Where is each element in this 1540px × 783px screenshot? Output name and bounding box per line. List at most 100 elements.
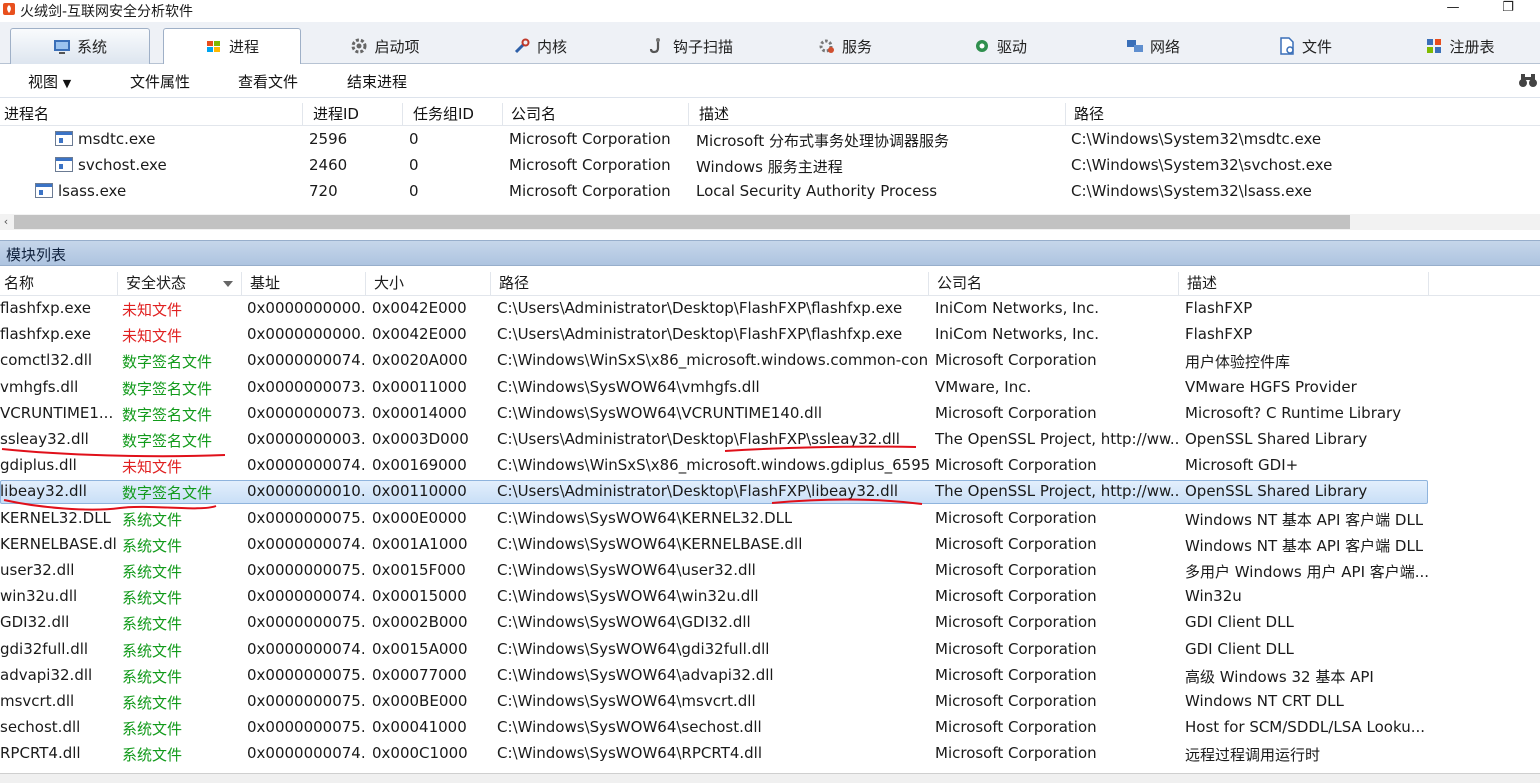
col-pid[interactable]: 进程ID — [302, 103, 402, 125]
tab-hook-scan[interactable]: 钩子扫描 — [636, 28, 746, 64]
module-path: C:\Windows\SysWOW64\advapi32.dll — [497, 665, 774, 684]
scroll-left-icon[interactable]: ‹ — [0, 214, 12, 230]
table-row[interactable]: vmhgfs.dll 数字签名文件 0x0000000073... 0x0001100… — [0, 375, 1540, 401]
module-size: 0x00015000 — [372, 587, 467, 606]
tab-system[interactable]: 系统 — [10, 28, 150, 64]
tab-startup[interactable]: 启动项 — [330, 28, 440, 64]
col-group-id[interactable]: 任务组ID — [402, 103, 502, 125]
process-name: svchost.exe — [78, 156, 167, 174]
col-description[interactable]: 描述 — [1179, 272, 1429, 296]
col-path[interactable]: 路径 — [491, 272, 929, 296]
security-status: 未知文件 — [122, 301, 183, 319]
table-row[interactable]: GDI32.dll 系统文件 0x0000000075... 0x0002B000 C:… — [0, 610, 1540, 636]
module-size: 0x0015F000 — [372, 561, 466, 579]
company: Microsoft Corporation — [935, 665, 1097, 684]
group-id: 0 — [409, 182, 419, 200]
binoculars-search-icon[interactable] — [1518, 71, 1538, 89]
main-tab-strip: 系统 进程 启动项 内核 钩子扫描 服务 驱动 网络 文件 注册表 — [0, 22, 1540, 65]
company: Microsoft Corporation — [509, 156, 671, 174]
table-row[interactable]: comctl32.dll 数字签名文件 0x0000000074... 0x0020A… — [0, 348, 1540, 374]
tab-label: 服务 — [841, 37, 872, 56]
security-status: 数字签名文件 — [122, 379, 213, 398]
col-company[interactable]: 公司名 — [929, 272, 1179, 296]
maximize-button[interactable]: ❐ — [1493, 0, 1523, 20]
table-row[interactable]: win32u.dll 系统文件 0x0000000074... 0x00015000 C… — [0, 584, 1540, 610]
file-properties-button[interactable]: 文件属性 — [130, 71, 190, 92]
base-address: 0x0000000074... — [247, 639, 367, 658]
table-row[interactable]: KERNEL32.DLL 系统文件 0x0000000075... 0x000E000… — [0, 506, 1540, 532]
table-row[interactable]: svchost.exe 2460 0 Microsoft Corporation… — [0, 152, 1540, 178]
col-name[interactable]: 名称 — [0, 272, 118, 296]
tab-kernel[interactable]: 内核 — [490, 28, 590, 64]
table-row[interactable]: gdi32full.dll 系统文件 0x0000000074... 0x0015A0… — [0, 637, 1540, 663]
security-status: 系统文件 — [122, 694, 183, 712]
module-size: 0x000BE000 — [372, 692, 468, 710]
table-row[interactable]: flashfxp.exe 未知文件 0x0000000000... 0x0042E00… — [0, 296, 1540, 322]
status-bar — [0, 773, 1540, 783]
col-process-name[interactable]: 进程名 — [0, 103, 302, 125]
security-status: 系统文件 — [122, 589, 183, 608]
col-description[interactable]: 描述 — [688, 103, 1065, 125]
table-row[interactable]: libeay32.dll 数字签名文件 0x0000000010... 0x00110… — [0, 479, 1540, 505]
minimize-button[interactable]: — — [1438, 0, 1468, 20]
security-status: 系统文件 — [122, 720, 183, 739]
col-company[interactable]: 公司名 — [502, 103, 688, 125]
module-name: flashfxp.exe — [0, 299, 92, 317]
tab-registry[interactable]: 注册表 — [1405, 28, 1515, 64]
company: Microsoft Corporation — [935, 587, 1097, 606]
group-id: 0 — [409, 156, 419, 174]
tab-service[interactable]: 服务 — [800, 28, 890, 64]
tab-label: 钩子扫描 — [672, 37, 733, 56]
tab-file[interactable]: 文件 — [1260, 28, 1350, 64]
end-process-button[interactable]: 结束进程 — [347, 71, 407, 92]
table-row[interactable]: sechost.dll 系统文件 0x0000000075... 0x00041000… — [0, 715, 1540, 741]
module-name: advapi32.dll — [0, 665, 93, 684]
table-row[interactable]: RPCRT4.dll 系统文件 0x0000000074... 0x000C1000 C… — [0, 741, 1540, 767]
table-row[interactable]: advapi32.dll 系统文件 0x0000000075... 0x0007700… — [0, 663, 1540, 689]
tab-driver[interactable]: 驱动 — [955, 28, 1045, 64]
module-path: C:\Users\Administrator\Desktop\FlashFXP\… — [497, 430, 900, 448]
service-gear-icon — [819, 39, 834, 53]
base-address: 0x0000000074... — [247, 534, 367, 553]
table-row[interactable]: ssleay32.dll 数字签名文件 0x0000000003... 0x0003D… — [0, 427, 1540, 453]
table-row[interactable]: msdtc.exe 2596 0 Microsoft Corporation M… — [0, 126, 1540, 152]
registry-icon — [1427, 39, 1442, 53]
module-table: 名称 安全状态 基址 大小 路径 公司名 描述 flashfxp.exe 未知文件… — [0, 266, 1540, 783]
tab-network[interactable]: 网络 — [1108, 28, 1198, 64]
path: C:\Windows\System32\svchost.exe — [1071, 156, 1333, 174]
module-size: 0x0002B000 — [372, 613, 468, 632]
module-name: sechost.dll — [0, 718, 81, 737]
table-row[interactable]: msvcrt.dll 系统文件 0x0000000075... 0x000BE000 C… — [0, 689, 1540, 715]
table-row[interactable]: flashfxp.exe 未知文件 0x0000000000... 0x0042E00… — [0, 322, 1540, 348]
tab-process[interactable]: 进程 — [163, 28, 301, 65]
col-size[interactable]: 大小 — [366, 272, 491, 296]
table-row[interactable]: user32.dll 系统文件 0x0000000075... 0x0015F000 C… — [0, 558, 1540, 584]
hook-icon — [649, 38, 660, 54]
tab-label: 启动项 — [374, 37, 420, 56]
module-path: C:\Windows\SysWOW64\KERNEL32.DLL — [497, 508, 793, 527]
view-file-button[interactable]: 查看文件 — [238, 71, 298, 92]
col-base-address[interactable]: 基址 — [242, 272, 366, 296]
tab-label: 驱动 — [996, 37, 1027, 56]
col-security-status[interactable]: 安全状态 — [118, 272, 242, 296]
table-row[interactable]: lsass.exe 720 0 Microsoft Corporation Lo… — [0, 178, 1540, 204]
process-horizontal-scrollbar[interactable]: ‹ — [0, 214, 1540, 230]
tab-label: 注册表 — [1449, 37, 1495, 56]
company: Microsoft Corporation — [935, 403, 1097, 422]
table-row[interactable]: KERNELBASE.dll 系统文件 0x0000000074... 0x001A1… — [0, 532, 1540, 558]
company: Microsoft Corporation — [935, 561, 1097, 579]
description: Windows NT 基本 API 客户端 DLL — [1185, 536, 1424, 555]
module-size: 0x00077000 — [372, 665, 467, 684]
company: Microsoft Corporation — [935, 718, 1097, 737]
base-address: 0x0000000074... — [247, 587, 367, 606]
sort-dropdown-icon[interactable] — [223, 281, 233, 287]
col-path[interactable]: 路径 — [1065, 103, 1540, 125]
table-row[interactable]: VCRUNTIME1... 数字签名文件 0x0000000073... 0x0001… — [0, 401, 1540, 427]
module-name: user32.dll — [0, 561, 75, 579]
view-menu-button[interactable]: 视图 ▼ — [28, 71, 71, 92]
tab-label: 内核 — [536, 37, 567, 56]
table-row[interactable]: gdiplus.dll 未知文件 0x0000000074... 0x00169000… — [0, 453, 1540, 479]
scrollbar-thumb[interactable] — [14, 215, 1350, 229]
description: Windows NT 基本 API 客户端 DLL — [1185, 510, 1424, 529]
module-name: KERNELBASE.dll — [0, 534, 118, 553]
